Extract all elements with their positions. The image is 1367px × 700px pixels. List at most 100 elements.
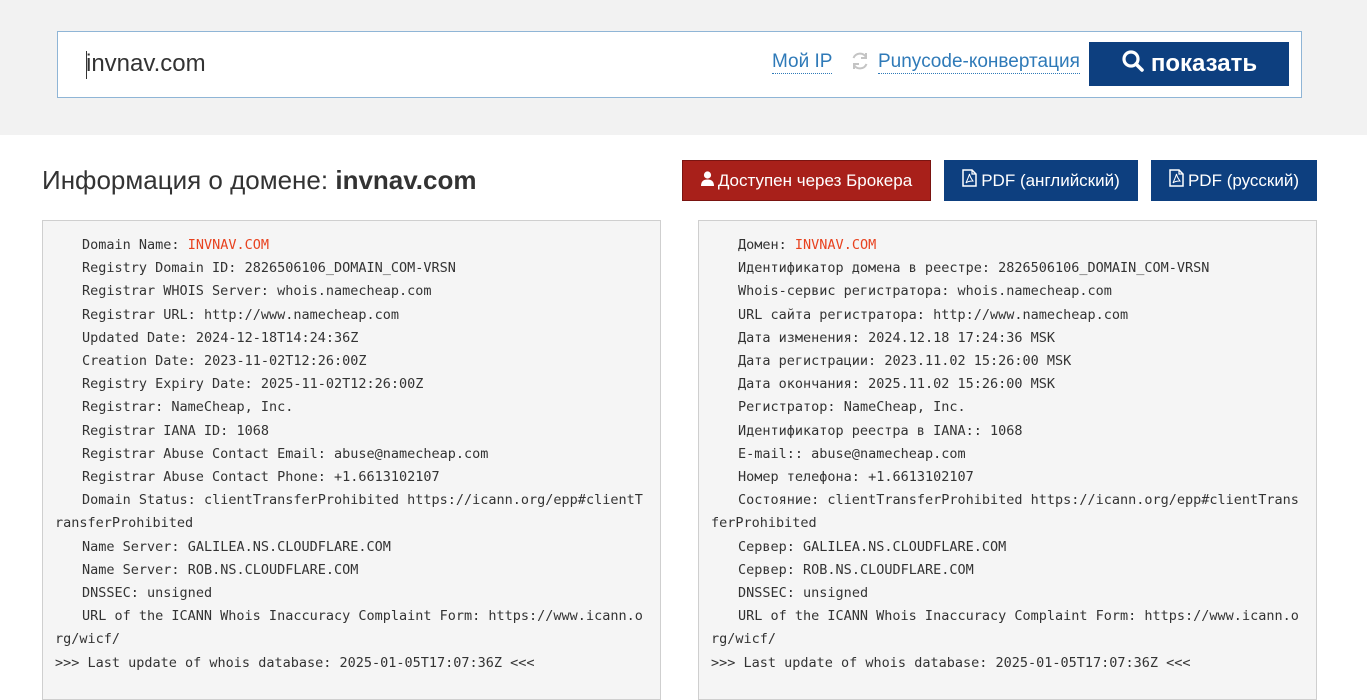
whois-line: Updated Date: 2024-12-18T14:24:36Z: [55, 327, 648, 350]
punycode-link[interactable]: Punycode-конвертация: [878, 51, 1080, 74]
whois-line: Состояние: clientTransferProhibited http…: [711, 489, 1304, 535]
whois-field-label: Идентификатор реестра в IANA::: [738, 422, 982, 439]
whois-line: Идентификатор домена в реестре: 28265061…: [711, 257, 1304, 280]
whois-field-value: http://www.namecheap.com: [203, 306, 400, 323]
whois-field-label: >>> Last update of whois database:: [711, 654, 988, 671]
search-icon: [1121, 49, 1145, 80]
whois-line: Creation Date: 2023-11-02T12:26:00Z: [55, 350, 648, 373]
whois-field-value: 1068: [989, 422, 1023, 439]
whois-line: >>> Last update of whois database: 2025-…: [55, 652, 648, 675]
whois-field-label: Registrar Abuse Contact Phone:: [82, 469, 326, 486]
whois-field-value: abuse@namecheap.com: [333, 445, 489, 462]
whois-field-value: whois.namecheap.com: [277, 283, 432, 300]
whois-line: Whois-сервис регистратора: whois.nameche…: [711, 280, 1304, 303]
whois-field-value: ROB.NS.CLOUDFLARE.COM: [187, 561, 359, 578]
whois-field-label: Дата изменения:: [738, 329, 860, 346]
whois-line: URL of the ICANN Whois Inaccuracy Compla…: [711, 605, 1304, 651]
whois-field-label: Registry Expiry Date:: [82, 376, 253, 393]
whois-field-label: URL of the ICANN Whois Inaccuracy Compla…: [82, 608, 481, 625]
text-caret: [86, 51, 87, 79]
whois-field-label: DNSSEC:: [738, 585, 795, 602]
whois-line: Идентификатор реестра в IANA:: 1068: [711, 420, 1304, 443]
whois-field-label: Номер телефона:: [738, 469, 860, 486]
whois-english-panel: Domain Name: INVNAV.COM Registry Domain I…: [42, 220, 661, 700]
whois-field-label: Registrar URL:: [82, 306, 196, 323]
whois-field-label: Идентификатор домена в реестре:: [738, 260, 990, 277]
whois-field-label: Whois-сервис регистратора:: [738, 283, 950, 300]
whois-domain-value: INVNAV.COM: [794, 237, 877, 253]
whois-field-value: 2024.12.18 17:24:36 MSK: [868, 329, 1055, 346]
whois-field-value: abuse@namecheap.com: [811, 445, 966, 462]
whois-line: Registrar WHOIS Server: whois.namecheap.…: [55, 280, 648, 303]
whois-field-label: URL сайта регистратора:: [738, 306, 925, 323]
whois-domain-value: INVNAV.COM: [187, 237, 269, 253]
whois-line: Domain Name: INVNAV.COM: [55, 234, 648, 257]
whois-field-label: Registrar IANA ID:: [82, 422, 229, 439]
whois-line: Registrar Abuse Contact Phone: +1.661310…: [55, 466, 648, 489]
show-button-label: показать: [1150, 50, 1258, 77]
whois-field-label: Domain Name:: [82, 237, 180, 253]
whois-field-label: Creation Date:: [82, 353, 196, 370]
whois-field-label: Name Server:: [82, 538, 180, 555]
refresh-icon: [850, 51, 870, 71]
user-icon: [700, 170, 714, 191]
whois-line: Name Server: GALILEA.NS.CLOUDFLARE.COM: [55, 536, 648, 559]
whois-line: Domain Status: clientTransferProhibited …: [55, 489, 648, 535]
whois-field-label: Registrar WHOIS Server:: [82, 283, 269, 300]
broker-button[interactable]: Доступен через Брокера: [682, 160, 931, 201]
whois-field-label: E-mail::: [738, 445, 804, 462]
whois-field-value: +1.6613102107: [333, 469, 440, 486]
search-band: Мой IP Punycode-конвертация показать: [0, 0, 1367, 135]
whois-line: Registry Domain ID: 2826506106_DOMAIN_CO…: [55, 257, 648, 280]
whois-field-value: NameCheap, Inc.: [843, 399, 966, 416]
whois-field-value: http://www.namecheap.com: [933, 306, 1129, 323]
page-title-prefix: Информация о домене:: [42, 165, 329, 195]
pdf-english-label: PDF (английский): [981, 170, 1120, 190]
whois-field-value: 2025.11.02 15:26:00 MSK: [868, 376, 1055, 393]
pdf-file-icon: [1169, 169, 1184, 192]
page-title-domain: invnav.com: [335, 165, 477, 195]
whois-field-label: Updated Date:: [82, 329, 188, 346]
whois-field-value: 2025-01-05T17:07:36Z <<<: [995, 654, 1191, 671]
whois-field-value: +1.6613102107: [868, 469, 974, 486]
whois-line: Домен: INVNAV.COM: [711, 234, 1304, 257]
whois-field-value: 2024-12-18T14:24:36Z: [195, 329, 359, 346]
whois-field-label: URL of the ICANN Whois Inaccuracy Compla…: [738, 608, 1137, 625]
whois-field-value: 2025-01-05T17:07:36Z <<<: [339, 654, 535, 671]
my-ip-link[interactable]: Мой IP: [772, 51, 833, 74]
whois-field-label: Name Server:: [82, 561, 180, 578]
whois-field-value: 2826506106_DOMAIN_COM-VRSN: [998, 260, 1210, 277]
whois-line: DNSSEC: unsigned: [711, 582, 1304, 605]
whois-field-label: Дата окончания:: [738, 376, 860, 393]
whois-field-value: unsigned: [147, 585, 213, 602]
whois-field-value: 2826506106_DOMAIN_COM-VRSN: [244, 260, 456, 277]
whois-field-value: GALILEA.NS.CLOUDFLARE.COM: [803, 538, 1007, 555]
whois-field-label: DNSSEC:: [82, 585, 139, 602]
whois-field-label: Состояние:: [738, 492, 820, 509]
whois-field-label: Регистратор:: [738, 399, 836, 416]
whois-line: Дата изменения: 2024.12.18 17:24:36 MSK: [711, 327, 1304, 350]
broker-button-label: Доступен через Брокера: [717, 170, 913, 190]
whois-field-label: Registrar Abuse Contact Email:: [82, 445, 326, 462]
whois-field-label: Дата регистрации:: [738, 353, 877, 370]
domain-search-input[interactable]: [86, 46, 736, 82]
pdf-russian-label: PDF (русский): [1187, 170, 1300, 190]
whois-line: Сервер: ROB.NS.CLOUDFLARE.COM: [711, 559, 1304, 582]
whois-field-label: Домен:: [738, 237, 787, 253]
whois-field-value: 2023.11.02 15:26:00 MSK: [884, 353, 1072, 370]
whois-line: Name Server: ROB.NS.CLOUDFLARE.COM: [55, 559, 648, 582]
whois-line: >>> Last update of whois database: 2025-…: [711, 652, 1304, 675]
whois-line: DNSSEC: unsigned: [55, 582, 648, 605]
whois-field-value: NameCheap, Inc.: [171, 399, 294, 416]
pdf-english-button[interactable]: PDF (английский): [944, 160, 1138, 201]
whois-russian-panel: Домен: INVNAV.COM Идентификатор домена в …: [698, 220, 1317, 700]
show-button[interactable]: показать: [1089, 42, 1289, 86]
whois-line: Регистратор: NameCheap, Inc.: [711, 396, 1304, 419]
whois-field-value: 2023-11-02T12:26:00Z: [203, 353, 367, 370]
whois-line: Registrar: NameCheap, Inc.: [55, 396, 648, 419]
whois-line: Сервер: GALILEA.NS.CLOUDFLARE.COM: [711, 536, 1304, 559]
whois-line: Дата регистрации: 2023.11.02 15:26:00 MS…: [711, 350, 1304, 373]
whois-line: E-mail:: abuse@namecheap.com: [711, 443, 1304, 466]
pdf-russian-button[interactable]: PDF (русский): [1151, 160, 1317, 201]
whois-line: URL of the ICANN Whois Inaccuracy Compla…: [55, 605, 648, 651]
